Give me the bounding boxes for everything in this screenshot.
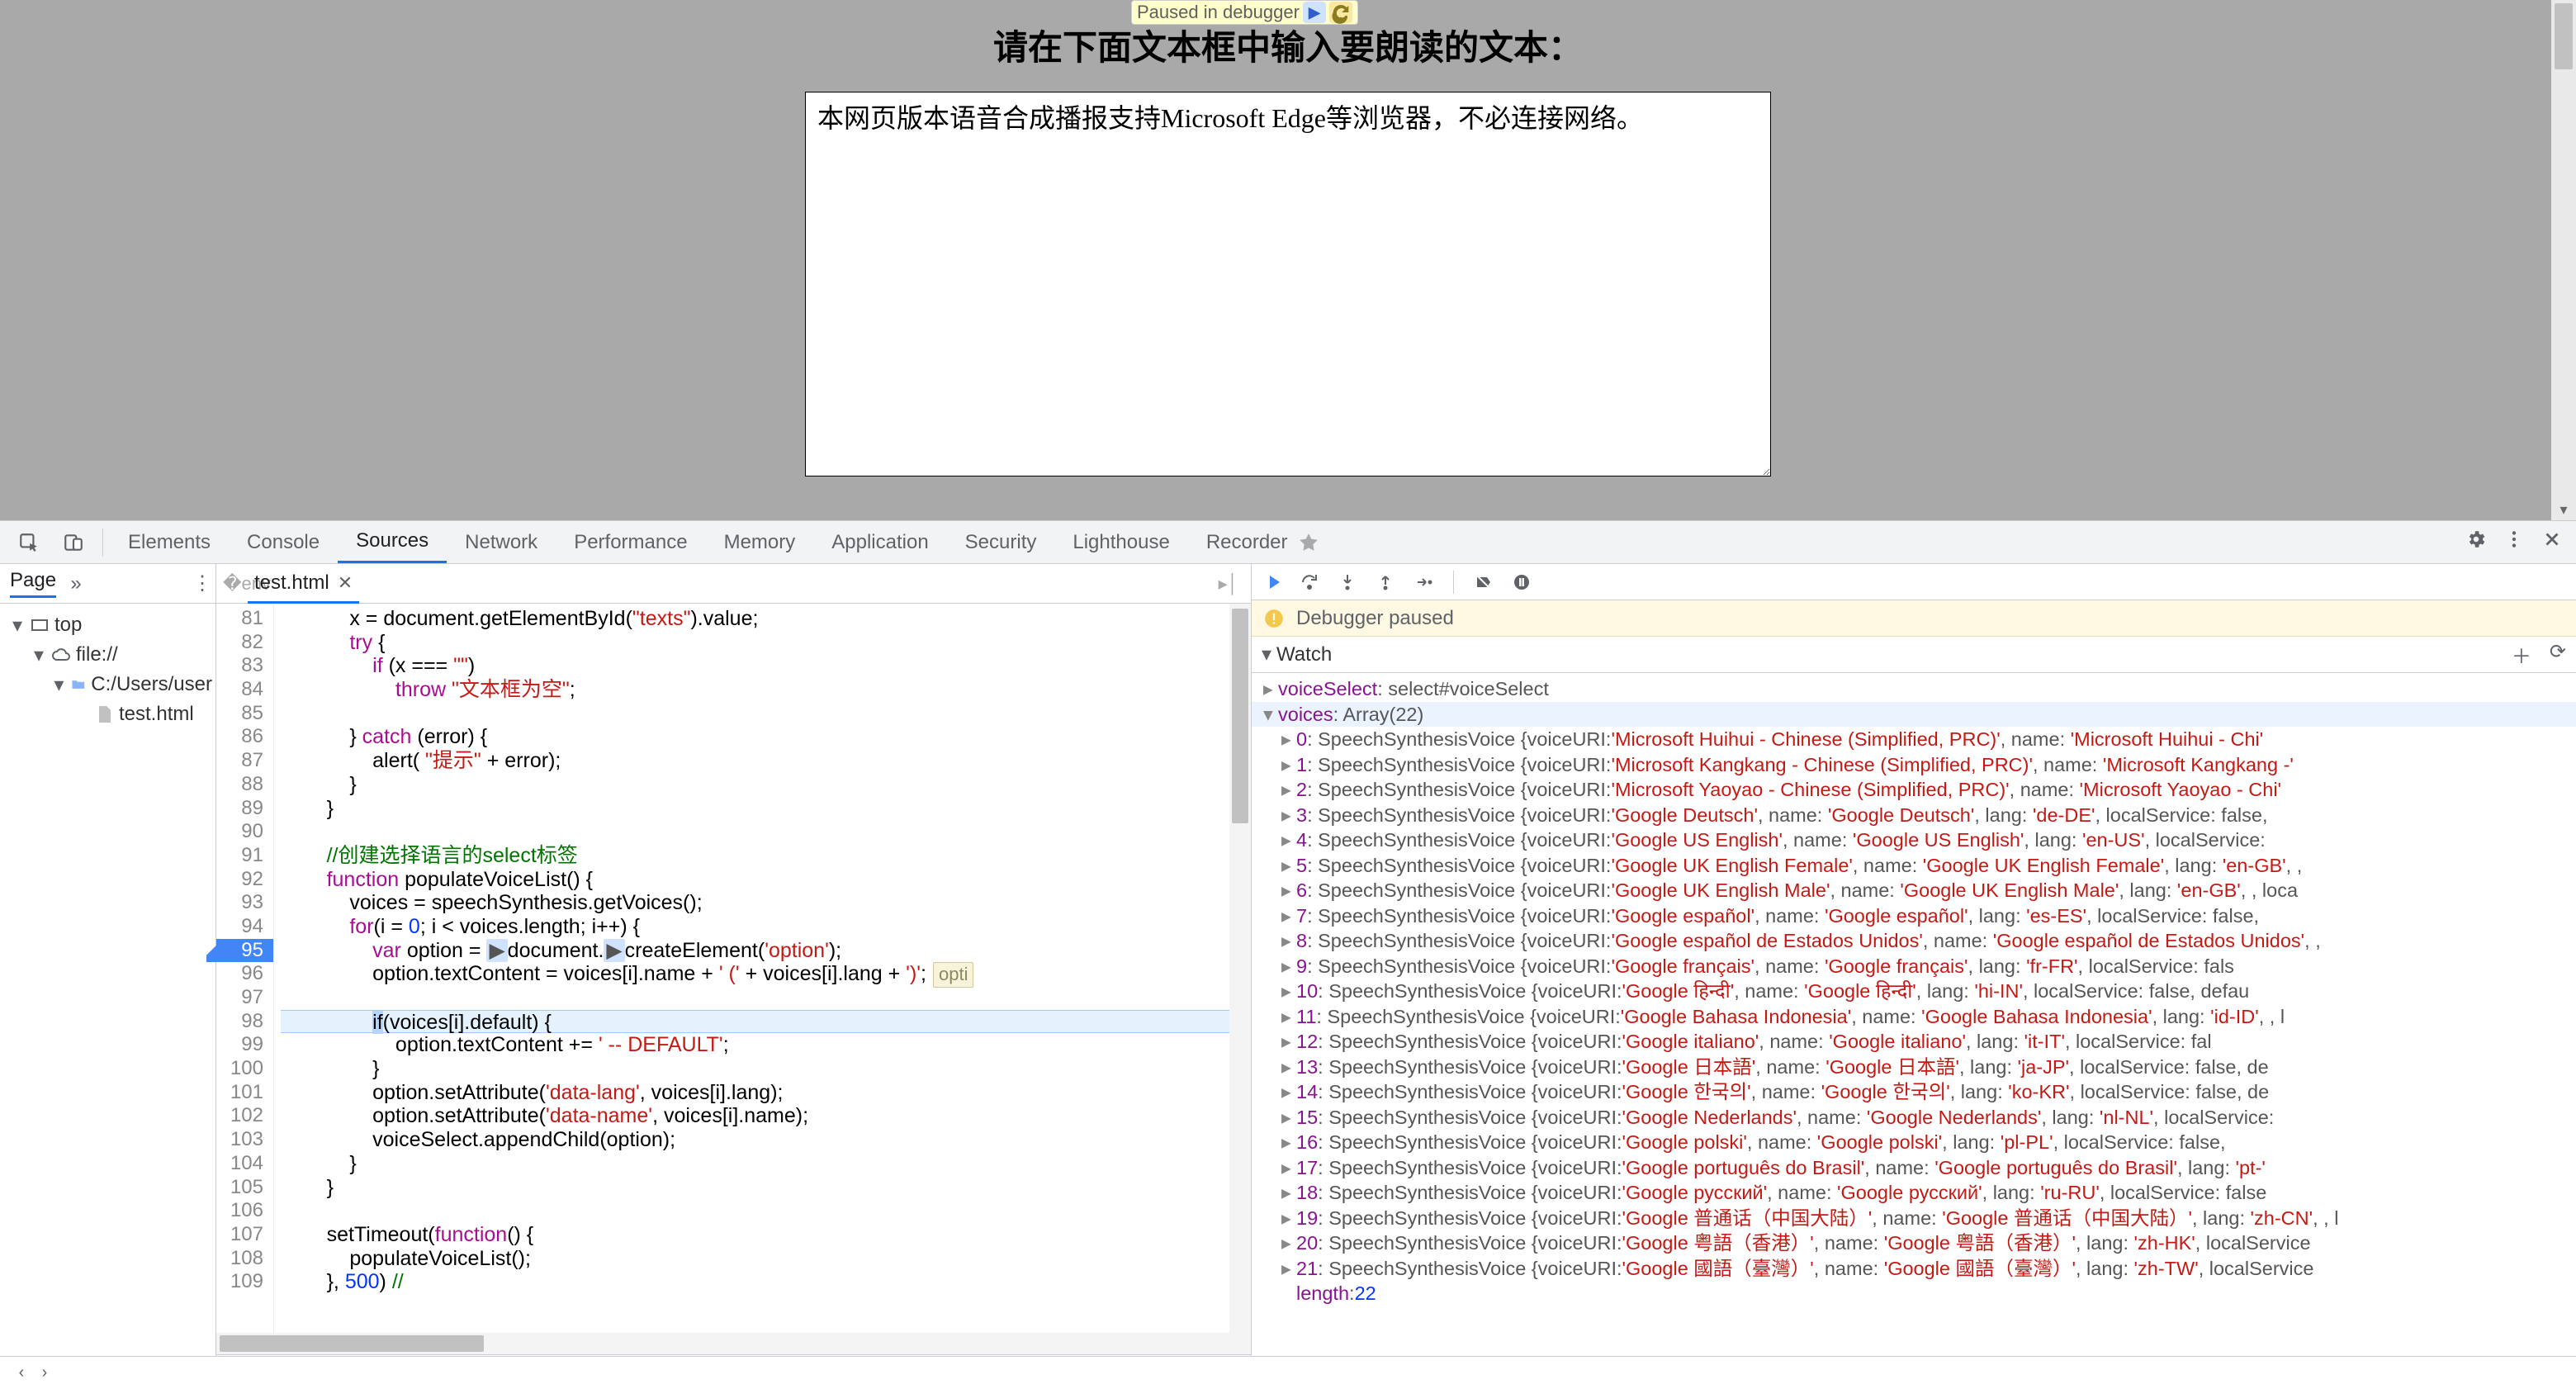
step-over-button-icon[interactable] [1298, 571, 1321, 594]
page-heading: 请在下面文本框中输入要朗读的文本： [800, 20, 1776, 70]
watch-row[interactable]: ▸8: SpeechSynthesisVoice {voiceURI: 'Goo… [1252, 928, 2576, 954]
step-into-button-icon[interactable] [1336, 571, 1359, 594]
devtools-tab-elements[interactable]: Elements [110, 521, 229, 563]
watch-row[interactable]: ▸length: 22 [1252, 1281, 2576, 1306]
devtools-tab-security[interactable]: Security [947, 521, 1055, 563]
drawer-next-icon[interactable]: › [33, 1363, 56, 1382]
watch-row[interactable]: ▸13: SpeechSynthesisVoice {voiceURI: 'Go… [1252, 1055, 2576, 1080]
paused-label: Paused in debugger [1137, 2, 1300, 23]
source-editor: �env test.html ✕ ▸│ 81828384858687888990… [216, 564, 1252, 1389]
sources-navigator: Page » ⋮ ▾ top ▾ file:// ▾ [0, 564, 216, 1389]
devtools-tab-performance[interactable]: Performance [556, 521, 705, 563]
drawer-handle[interactable]: ‹ › [0, 1356, 2576, 1389]
page-vertical-scrollbar[interactable]: ▴ ▾ [2551, 0, 2576, 520]
watch-row[interactable]: ▸0: SpeechSynthesisVoice {voiceURI: 'Mic… [1252, 727, 2576, 752]
navigator-overflow-icon[interactable]: » [63, 572, 89, 595]
watch-row[interactable]: ▸12: SpeechSynthesisVoice {voiceURI: 'Go… [1252, 1029, 2576, 1055]
tree-folder-node[interactable]: ▾ C:/Users/user [3, 670, 212, 699]
inspect-element-icon[interactable] [15, 529, 43, 557]
devtools-tab-recorder[interactable]: Recorder [1188, 521, 1306, 563]
watch-row[interactable]: ▸10: SpeechSynthesisVoice {voiceURI: 'Go… [1252, 979, 2576, 1004]
step-button-icon[interactable] [1412, 571, 1435, 594]
file-tree: ▾ top ▾ file:// ▾ C:/Users/user ▾ [0, 604, 215, 736]
drawer-prev-icon[interactable]: ‹ [10, 1363, 33, 1382]
paused-in-debugger-chip: Paused in debugger ▶ [1131, 0, 1358, 25]
recorder-beta-icon [1295, 529, 1323, 557]
watch-row[interactable]: ▸11: SpeechSynthesisVoice {voiceURI: 'Go… [1252, 1004, 2576, 1030]
scrollbar-thumb[interactable] [2555, 3, 2573, 69]
debugger-toolbar [1252, 564, 2576, 600]
editor-nav-forward-icon[interactable]: ▸│ [1216, 573, 1241, 595]
watch-row[interactable]: ▸18: SpeechSynthesisVoice {voiceURI: 'Go… [1252, 1180, 2576, 1206]
file-tab[interactable]: test.html ✕ [248, 565, 359, 604]
watch-row[interactable]: ▸voiceSelect: select#voiceSelect [1252, 676, 2576, 702]
devtools-panel: ElementsConsoleSourcesNetworkPerformance… [0, 520, 2576, 1389]
resume-button-icon[interactable] [1260, 571, 1283, 594]
watch-row[interactable]: ▸20: SpeechSynthesisVoice {voiceURI: 'Go… [1252, 1230, 2576, 1256]
watch-row[interactable]: ▸14: SpeechSynthesisVoice {voiceURI: 'Go… [1252, 1079, 2576, 1105]
watch-row[interactable]: ▸15: SpeechSynthesisVoice {voiceURI: 'Go… [1252, 1105, 2576, 1131]
watch-row[interactable]: ▸19: SpeechSynthesisVoice {voiceURI: 'Go… [1252, 1206, 2576, 1231]
navigator-kebab-icon[interactable]: ⋮ [189, 571, 215, 595]
editor-vertical-scrollbar[interactable] [1229, 604, 1251, 1333]
warning-icon [1263, 608, 1285, 629]
watch-row[interactable]: ▸2: SpeechSynthesisVoice {voiceURI: 'Mic… [1252, 777, 2576, 803]
tree-file-node[interactable]: ▾ test.html [3, 699, 212, 729]
watch-row[interactable]: ▸5: SpeechSynthesisVoice {voiceURI: 'Goo… [1252, 853, 2576, 879]
watch-row[interactable]: ▸6: SpeechSynthesisVoice {voiceURI: 'Goo… [1252, 878, 2576, 903]
add-watch-icon[interactable]: ＋ [2512, 640, 2531, 669]
tree-top-node[interactable]: ▾ top [3, 610, 212, 640]
debugger-paused-banner: Debugger paused [1252, 600, 2576, 637]
watch-row[interactable]: ▸1: SpeechSynthesisVoice {voiceURI: 'Mic… [1252, 752, 2576, 778]
watch-row[interactable]: ▸7: SpeechSynthesisVoice {voiceURI: 'Goo… [1252, 903, 2576, 929]
close-devtools-icon[interactable] [2541, 529, 2563, 556]
tts-text-input[interactable] [805, 92, 1771, 476]
devtools-tab-network[interactable]: Network [447, 521, 556, 563]
close-tab-icon[interactable]: ✕ [338, 572, 353, 594]
devtools-tab-memory[interactable]: Memory [706, 521, 814, 563]
navigator-page-tab[interactable]: Page [10, 569, 56, 598]
devtools-tab-console[interactable]: Console [229, 521, 338, 563]
kebab-menu-icon[interactable] [2503, 529, 2525, 556]
watch-row[interactable]: ▸17: SpeechSynthesisVoice {voiceURI: 'Go… [1252, 1155, 2576, 1181]
watch-row[interactable]: ▸21: SpeechSynthesisVoice {voiceURI: 'Go… [1252, 1256, 2576, 1282]
devtools-tab-application[interactable]: Application [813, 521, 946, 563]
line-gutter[interactable]: 8182838485868788899091929394959697989910… [216, 604, 274, 1333]
editor-horizontal-scrollbar[interactable] [216, 1333, 1251, 1354]
step-out-button-icon[interactable] [1374, 571, 1397, 594]
deactivate-breakpoints-icon[interactable] [1472, 571, 1495, 594]
editor-nav-back-icon[interactable]: �env [223, 573, 248, 595]
debugger-sidebar: Debugger paused ▾Watch ＋ ⟳ ▸voiceSelect:… [1252, 564, 2576, 1389]
watch-row[interactable]: ▾voices: Array(22) [1252, 702, 2576, 728]
devtools-tab-lighthouse[interactable]: Lighthouse [1054, 521, 1187, 563]
watch-row[interactable]: ▸4: SpeechSynthesisVoice {voiceURI: 'Goo… [1252, 827, 2576, 853]
resume-icon[interactable]: ▶ [1303, 2, 1326, 23]
scroll-down-icon[interactable]: ▾ [2551, 501, 2576, 519]
tree-scheme-node[interactable]: ▾ file:// [3, 640, 212, 670]
step-over-icon[interactable] [1329, 2, 1352, 23]
watch-row[interactable]: ▸9: SpeechSynthesisVoice {voiceURI: 'Goo… [1252, 954, 2576, 979]
watch-row[interactable]: ▸16: SpeechSynthesisVoice {voiceURI: 'Go… [1252, 1130, 2576, 1155]
refresh-watch-icon[interactable]: ⟳ [2550, 640, 2566, 669]
rendered-page: Paused in debugger ▶ 请在下面文本框中输入要朗读的文本： ▴… [0, 0, 2576, 520]
device-toolbar-icon[interactable] [59, 529, 88, 557]
code-area[interactable]: x = document.getElementById("texts").val… [274, 604, 1251, 1333]
watch-row[interactable]: ▸3: SpeechSynthesisVoice {voiceURI: 'Goo… [1252, 803, 2576, 828]
pause-on-exceptions-icon[interactable] [1510, 571, 1533, 594]
devtools-tab-sources[interactable]: Sources [338, 521, 447, 563]
watch-body: ▸voiceSelect: select#voiceSelect▾voices:… [1252, 673, 2576, 1389]
devtools-tabbar: ElementsConsoleSourcesNetworkPerformance… [0, 521, 2576, 564]
watch-section-header[interactable]: ▾Watch ＋ ⟳ [1252, 637, 2576, 673]
settings-icon[interactable] [2465, 529, 2487, 556]
